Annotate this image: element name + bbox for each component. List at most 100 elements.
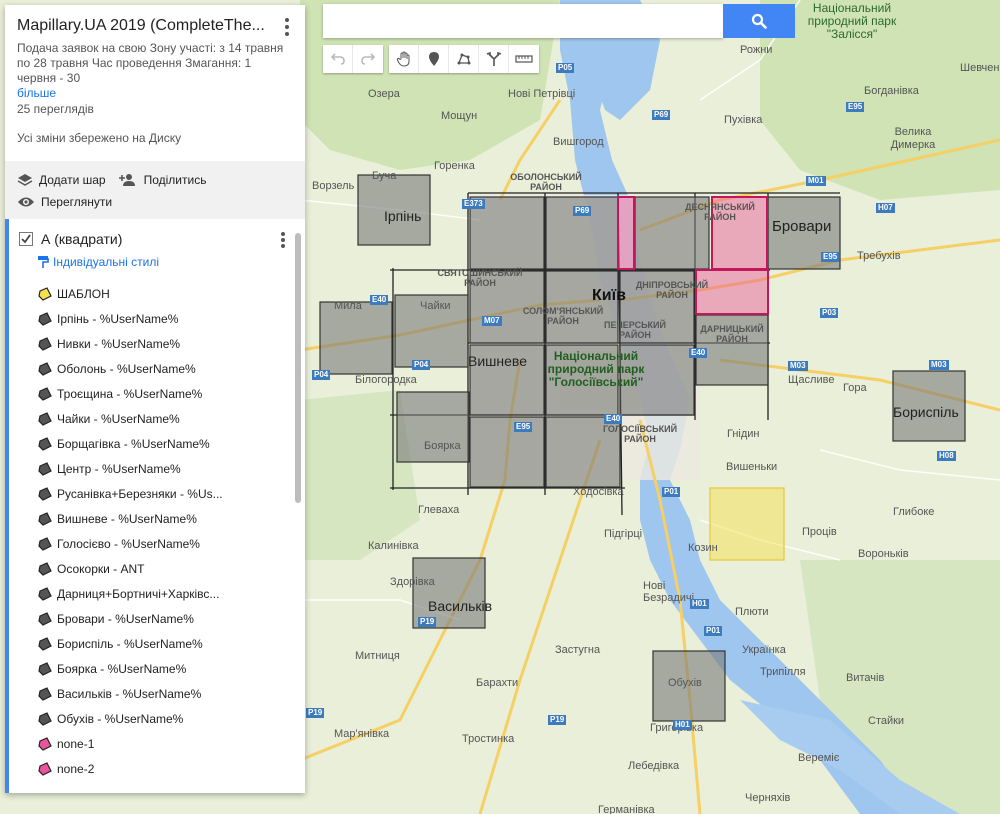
shield-p69-top: P69 (652, 110, 671, 120)
polygon-shape-icon (38, 736, 52, 751)
layer-options-button[interactable] (275, 231, 291, 249)
add-marker-button[interactable] (419, 45, 449, 73)
label-khodosivka: Ходосівка (573, 486, 624, 498)
directions-button[interactable] (479, 45, 509, 73)
feature-item[interactable]: Дарниця+Бортничі+Харківс... (19, 581, 259, 606)
label-kalynivka: Калинівка (368, 540, 419, 552)
feature-item[interactable]: Боярка - %UserName% (19, 656, 259, 681)
shield-m03b: M03 (929, 360, 949, 370)
add-layer-button[interactable]: Додати шар (17, 173, 106, 187)
share-button[interactable]: Поділитись (118, 173, 206, 187)
feature-label: Бровари - %UserName% (57, 611, 194, 626)
polygon-shape-icon (38, 561, 52, 576)
layer-panel: А (квадрати) Індивідуальні стилі ШАБЛОН І… (5, 219, 305, 793)
feature-list: ШАБЛОН Ірпінь - %UserName% Нивки - %UserNa… (19, 281, 305, 781)
search-input[interactable] (323, 4, 723, 38)
map-toolbar (323, 45, 545, 73)
label-darnytskyi: ДАРНИЦЬКИЙ РАЙОН (700, 324, 764, 344)
shield-e373: E373 (462, 199, 485, 209)
label-pukhivka: Пухівка (724, 114, 763, 126)
label-velyka-dymerka: Велика Димерка (890, 126, 936, 151)
feature-item[interactable]: Бориспіль - %UserName% (19, 631, 259, 656)
shield-p04: P04 (312, 370, 331, 380)
feature-item[interactable]: Ірпінь - %UserName% (19, 306, 259, 331)
shield-m03: M03 (788, 361, 808, 371)
label-shevchenkove: Шевчен (960, 62, 1000, 74)
feature-item[interactable]: Васильків - %UserName% (19, 681, 259, 706)
search-icon (751, 13, 767, 29)
preview-button[interactable]: Переглянути (17, 195, 112, 209)
label-novi-petrivtsi: Нові Петрівці (508, 88, 576, 100)
shield-p05: P05 (556, 63, 575, 73)
feature-label: Ірпінь - %UserName% (57, 311, 179, 326)
zone-myla (319, 301, 393, 375)
feature-label: none-2 (57, 761, 95, 776)
label-vasylkiv: Васильків (428, 598, 493, 614)
feature-item[interactable]: Борщагівка - %UserName% (19, 431, 259, 456)
feature-label: Бориспіль - %UserName% (57, 636, 203, 651)
ruler-icon (515, 55, 533, 63)
feature-item[interactable]: Нивки - %UserName% (19, 331, 259, 356)
label-cherniakhiv: Черняхів (745, 792, 791, 804)
feature-item[interactable]: none-2 (19, 756, 259, 781)
feature-item[interactable]: Русанівка+Березняки - %Us... (19, 481, 259, 506)
feature-item[interactable]: Чайки - %UserName% (19, 406, 259, 431)
feature-label: Васильків - %UserName% (57, 686, 202, 701)
hand-tool-button[interactable] (389, 45, 419, 73)
label-bohdanivka: Богданівка (864, 85, 919, 97)
more-vert-icon (285, 18, 289, 23)
layer-visibility-checkbox[interactable] (19, 232, 33, 246)
polygon-shape-icon (38, 711, 52, 726)
label-maryanivka: Мар'янівка (334, 728, 390, 740)
measure-button[interactable] (509, 45, 539, 73)
label-chaiky: Чайки (420, 300, 451, 312)
draw-line-button[interactable] (449, 45, 479, 73)
individual-styles-link[interactable]: Індивідуальні стилі (37, 255, 305, 269)
feature-label: Чайки - %UserName% (57, 411, 180, 426)
feature-item[interactable]: Голосієво - %UserName% (19, 531, 259, 556)
feature-item[interactable]: Осокорки - ANT (19, 556, 259, 581)
feature-item[interactable]: Вишневе - %UserName% (19, 506, 259, 531)
feature-label: Боярка - %UserName% (57, 661, 187, 676)
shield-e40-south: E40 (604, 414, 623, 424)
undo-button[interactable] (323, 45, 353, 73)
label-vytachiv: Витачів (846, 672, 885, 684)
map-title[interactable]: Mapillary.UA 2019 (CompleteThe... (17, 17, 267, 35)
feature-item[interactable]: Троєщина - %UserName% (19, 381, 259, 406)
shield-p01b: P01 (704, 626, 723, 636)
label-vorzel: Ворзель (312, 180, 355, 192)
feature-item[interactable]: Бровари - %UserName% (19, 606, 259, 631)
paint-roller-icon (38, 256, 49, 268)
label-hora: Гора (843, 382, 867, 394)
map-options-button[interactable] (279, 17, 295, 37)
hand-icon (396, 51, 409, 67)
feature-item[interactable]: none-1 (19, 731, 259, 756)
shield-p19b: P19 (548, 715, 567, 725)
label-vyshneve: Вишневе (468, 353, 527, 369)
feature-label: Оболонь - %UserName% (57, 361, 196, 376)
feature-item[interactable]: Обухів - %UserName% (19, 706, 259, 731)
feature-item[interactable]: Центр - %UserName% (19, 456, 259, 481)
zone-template (709, 487, 785, 561)
search-button[interactable] (723, 4, 795, 38)
label-park-zalissia: Національний природний парк "Залісся" (807, 1, 897, 41)
feature-item[interactable]: Оболонь - %UserName% (19, 356, 259, 381)
shield-e40: E40 (370, 295, 389, 305)
sidebar-scrollbar[interactable] (295, 233, 301, 503)
more-link[interactable]: більше (17, 86, 293, 101)
shield-m01: M01 (806, 176, 826, 186)
label-park-holosiivskyi: Національний природний парк "Голосіївськ… (547, 349, 645, 389)
action-bar: Додати шар Поділитись Переглянути (5, 161, 305, 219)
polygon-shape-icon (38, 411, 52, 426)
map-header: Mapillary.UA 2019 (CompleteThe... Подача… (5, 5, 305, 145)
polygon-shape-icon (38, 586, 52, 601)
label-svyatoshynskyi: СВЯТОШИНСЬКИЙ РАЙОН (437, 268, 523, 288)
polygon-shape-icon (38, 661, 52, 676)
feature-item[interactable]: ШАБЛОН (19, 281, 259, 306)
redo-button[interactable] (353, 45, 383, 73)
layers-icon (17, 174, 33, 186)
polygon-shape-icon (38, 511, 52, 526)
directions-icon (486, 51, 501, 66)
label-lebedivka: Лебедівка (628, 760, 680, 772)
layer-name[interactable]: А (квадрати) (41, 231, 122, 247)
